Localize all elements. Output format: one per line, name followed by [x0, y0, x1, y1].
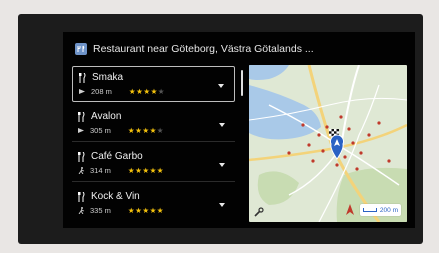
- list-item[interactable]: Smaka 208 m ★★★★★: [72, 66, 235, 102]
- compass-icon[interactable]: [345, 204, 355, 216]
- star-filled-icon: ★: [142, 206, 150, 215]
- rating-stars: ★★★★★: [129, 87, 165, 96]
- star-filled-icon: ★: [142, 126, 150, 135]
- map-scale: 200 m: [359, 204, 401, 216]
- star-empty-icon: ★: [156, 126, 165, 135]
- star-filled-icon: ★: [149, 206, 157, 215]
- search-header: Restaurant near Göteborg, Västra Götalan…: [75, 41, 405, 57]
- star-filled-icon: ★: [150, 87, 158, 96]
- cutlery-icon: [79, 72, 86, 83]
- star-empty-icon: ★: [157, 87, 166, 96]
- direction-icon: [79, 89, 85, 94]
- chevron-down-icon[interactable]: [219, 163, 225, 167]
- list-item[interactable]: Avalon 305 m ★★★★★: [72, 106, 235, 142]
- restaurant-name: Smaka: [92, 72, 124, 83]
- star-filled-icon: ★: [127, 126, 136, 135]
- search-title: Restaurant near Göteborg, Västra Götalan…: [93, 43, 314, 55]
- cutlery-icon: [78, 191, 85, 202]
- map-canvas: [249, 65, 407, 222]
- distance-label: 335 m: [90, 206, 111, 215]
- chevron-down-icon[interactable]: [218, 84, 224, 88]
- scale-bar-icon: [362, 208, 377, 212]
- cutlery-icon: [78, 151, 85, 162]
- map-view[interactable]: 200 m: [249, 65, 407, 222]
- walking-icon: [78, 207, 85, 214]
- star-filled-icon: ★: [143, 87, 151, 96]
- list-item[interactable]: Kock & Vin 335 m ★★★★★: [72, 186, 235, 222]
- star-filled-icon: ★: [127, 166, 136, 175]
- rating-stars: ★★★★★: [128, 206, 164, 215]
- star-filled-icon: ★: [156, 206, 165, 215]
- distance-label: 208 m: [91, 87, 112, 96]
- cutlery-icon: [78, 111, 85, 122]
- restaurant-category-icon: [75, 43, 87, 55]
- list-scrollbar[interactable]: [241, 70, 243, 96]
- restaurant-name: Avalon: [91, 111, 122, 122]
- direction-icon: [78, 128, 84, 133]
- star-filled-icon: ★: [142, 166, 150, 175]
- chevron-down-icon[interactable]: [219, 123, 225, 127]
- star-filled-icon: ★: [127, 206, 136, 215]
- chevron-down-icon[interactable]: [219, 203, 225, 207]
- star-filled-icon: ★: [149, 166, 157, 175]
- rating-stars: ★★★★★: [128, 126, 164, 135]
- results-list[interactable]: Smaka 208 m ★★★★★ Avalon 305 m ★★★★★ Caf…: [72, 64, 237, 222]
- restaurant-name: Café Garbo: [91, 151, 143, 162]
- distance-label: 314 m: [90, 166, 111, 175]
- star-filled-icon: ★: [128, 87, 137, 96]
- star-filled-icon: ★: [149, 126, 157, 135]
- infotainment-screen: Restaurant near Göteborg, Västra Götalan…: [63, 32, 415, 228]
- walking-icon: [78, 167, 85, 174]
- star-filled-icon: ★: [156, 166, 165, 175]
- restaurant-name: Kock & Vin: [91, 191, 140, 202]
- settings-icon[interactable]: [254, 207, 264, 217]
- list-item[interactable]: Café Garbo 314 m ★★★★★: [72, 146, 235, 182]
- distance-label: 305 m: [90, 126, 111, 135]
- rating-stars: ★★★★★: [128, 166, 164, 175]
- scale-label: 200 m: [379, 206, 398, 214]
